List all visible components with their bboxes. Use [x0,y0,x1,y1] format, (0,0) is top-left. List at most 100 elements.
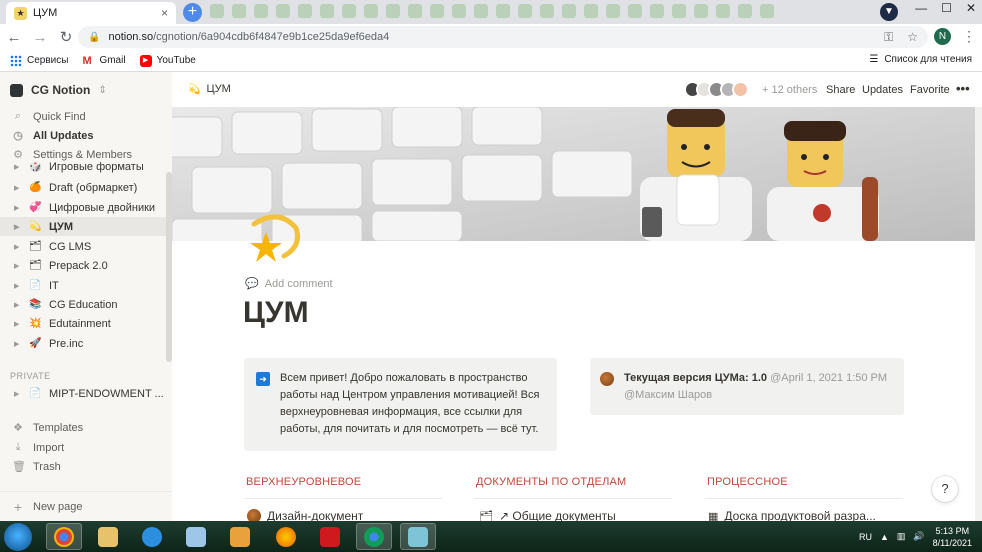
apps-grid-icon [10,54,22,67]
back-arrow-icon[interactable]: ← [2,29,26,46]
main-scrollbar[interactable] [975,107,982,521]
expand-triangle-icon[interactable]: ▶ [14,204,22,212]
expand-triangle-icon[interactable]: ▶ [14,390,22,398]
expand-triangle-icon[interactable]: ▶ [14,301,22,309]
bookmark-gmail[interactable]: M Gmail [82,55,125,67]
sidebar-page-edutainment[interactable]: ▶ 💥 Edutainment [0,314,172,333]
notepad-icon [408,526,428,547]
workspace-switcher[interactable]: CG Notion ⇕ [10,83,107,97]
sidebar-page-mipt[interactable]: ▶ 📄 MIPT-ENDOWMENT ... [0,384,172,403]
sidebar-page-preinc[interactable]: ▶ 🚀 Pre.inc [0,334,172,353]
reload-icon[interactable]: ↻ [54,28,78,46]
page-breadcrumb-icon: 💫 [188,83,201,95]
network-icon[interactable]: ▥ [897,531,906,542]
download-status-icon[interactable]: ▼ [880,3,898,21]
sidebar-quick-find[interactable]: ⌕ Quick Find [0,107,172,126]
browser-menu-icon[interactable]: ⋮ [962,28,976,45]
reading-list-button[interactable]: ☰ Список для чтения [869,54,972,65]
sidebar-page-draft[interactable]: ▶ 🍊 Draft (обрмаркет) [0,178,172,197]
sidebar-templates[interactable]: ❖ Templates [0,418,172,437]
taskbar-firefox[interactable] [268,523,304,550]
sidebar-page-prepack[interactable]: ▶ 🗂 Prepack 2.0 [0,256,172,275]
minimize-icon[interactable]: — [915,1,927,15]
expand-triangle-icon[interactable]: ▶ [14,163,22,171]
page-title[interactable]: ЦУМ [243,296,309,330]
breadcrumb[interactable]: 💫 ЦУМ [188,83,231,95]
forward-arrow-icon[interactable]: → [28,29,52,46]
expand-triangle-icon[interactable]: ▶ [14,340,22,348]
taskbar-chrome[interactable] [46,523,82,550]
folder-icon [98,526,118,547]
sidebar-all-updates[interactable]: ◷ All Updates [0,126,172,145]
search-icon: ⌕ [14,110,22,122]
volume-icon[interactable]: 🔊 [913,531,924,542]
system-tray: RU ▲ ▥ 🔊 5:13 PM 8/11/2021 [859,521,982,552]
user-mention[interactable]: @Максим Шаров [624,389,712,401]
divider [474,498,672,499]
taskbar-ie[interactable] [134,523,170,550]
maximize-icon[interactable]: ☐ [941,1,952,15]
sidebar-page-it[interactable]: ▶ 📄 IT [0,276,172,295]
internet-explorer-icon [142,526,162,547]
version-callout[interactable]: Текущая версия ЦУМа: 1.0 @April 1, 2021 … [590,358,904,415]
sidebar-page-cg-lms[interactable]: ▶ 🗂 CG LMS [0,237,172,256]
background-tabs[interactable] [210,4,774,20]
others-count[interactable]: + 12 others [762,84,817,96]
youtube-icon: ▶ [139,54,152,67]
sidebar-page-cg-education[interactable]: ▶ 📚 CG Education [0,295,172,314]
address-bar[interactable]: 🔒 notion.so/cgnotion/6a904cdb6f4847e9b1c… [78,26,928,48]
more-options-button[interactable]: ••• [956,81,970,96]
system-clock[interactable]: 5:13 PM 8/11/2021 [933,525,972,549]
key-icon[interactable]: ⚿ [884,30,893,45]
expand-triangle-icon[interactable]: ▶ [14,243,22,251]
cookie-icon [600,372,614,386]
add-comment-button[interactable]: 💬 Add comment [245,277,333,291]
favorite-button[interactable]: Favorite [910,84,950,96]
expand-triangle-icon[interactable]: ▶ [14,184,22,192]
taskbar-paint[interactable] [178,523,214,550]
sidebar-page-tsum[interactable]: ▶ 💫 ЦУМ [0,217,172,236]
sidebar-trash[interactable]: 🗑 Trash [0,457,172,476]
browser-tab-active[interactable]: ★ ЦУМ × [6,2,176,24]
taskbar-acrobat[interactable] [312,523,348,550]
windows-taskbar: RU ▲ ▥ 🔊 5:13 PM 8/11/2021 [0,521,982,552]
welcome-callout[interactable]: ➜ Всем привет! Добро пожаловать в простр… [244,358,557,451]
tray-arrow-icon[interactable]: ▲ [880,532,889,542]
chrome-icon [364,526,384,547]
bookmark-star-icon[interactable]: ☆ [907,30,918,45]
sidebar-page-games[interactable]: ▶ 🎲 Игровые форматы [0,161,172,173]
date-mention[interactable]: @April 1, 2021 1:50 PM [770,372,887,384]
new-page-button[interactable]: + New page [0,491,172,521]
section-heading-process: ПРОЦЕССНОЕ [707,476,788,488]
url-text[interactable]: notion.so/cgnotion/6a904cdb6f4847e9b1ce2… [108,31,876,43]
expand-triangle-icon[interactable]: ▶ [14,223,22,231]
taskbar-chrome-profile[interactable] [356,523,392,550]
lock-icon[interactable]: 🔒 [88,32,100,43]
bookmark-youtube[interactable]: ▶ YouTube [139,54,196,67]
section-heading-departments: ДОКУМЕНТЫ ПО ОТДЕЛАМ [476,476,627,488]
tab-close-icon[interactable]: × [161,6,168,20]
collaborators-facepile[interactable] [684,81,749,98]
arrow-right-icon: ➜ [256,372,270,386]
close-window-icon[interactable]: ✕ [966,1,976,15]
taskbar-notepad[interactable] [400,523,436,550]
windows-start-button[interactable] [4,523,32,551]
new-tab-button[interactable]: + [183,3,202,22]
expand-triangle-icon[interactable]: ▶ [14,282,22,290]
language-indicator[interactable]: RU [859,532,872,542]
updates-button[interactable]: Updates [862,84,903,96]
share-button[interactable]: Share [826,84,855,96]
profile-avatar[interactable]: N [934,28,951,45]
expand-triangle-icon[interactable]: ▶ [14,262,22,270]
firefox-icon [276,526,296,547]
taskbar-media[interactable] [222,523,258,550]
divider [244,498,442,499]
expand-triangle-icon[interactable]: ▶ [14,320,22,328]
help-button[interactable]: ? [932,476,958,502]
sidebar-import[interactable]: ⤓ Import [0,438,172,457]
taskbar-explorer[interactable] [90,523,126,550]
chrome-icon [54,526,74,547]
page-icon-dizzy-star-icon[interactable] [244,210,304,270]
bookmark-services[interactable]: Сервисы [10,54,68,67]
sidebar-page-digital-twins[interactable]: ▶ 💞 Цифровые двойники [0,198,172,217]
